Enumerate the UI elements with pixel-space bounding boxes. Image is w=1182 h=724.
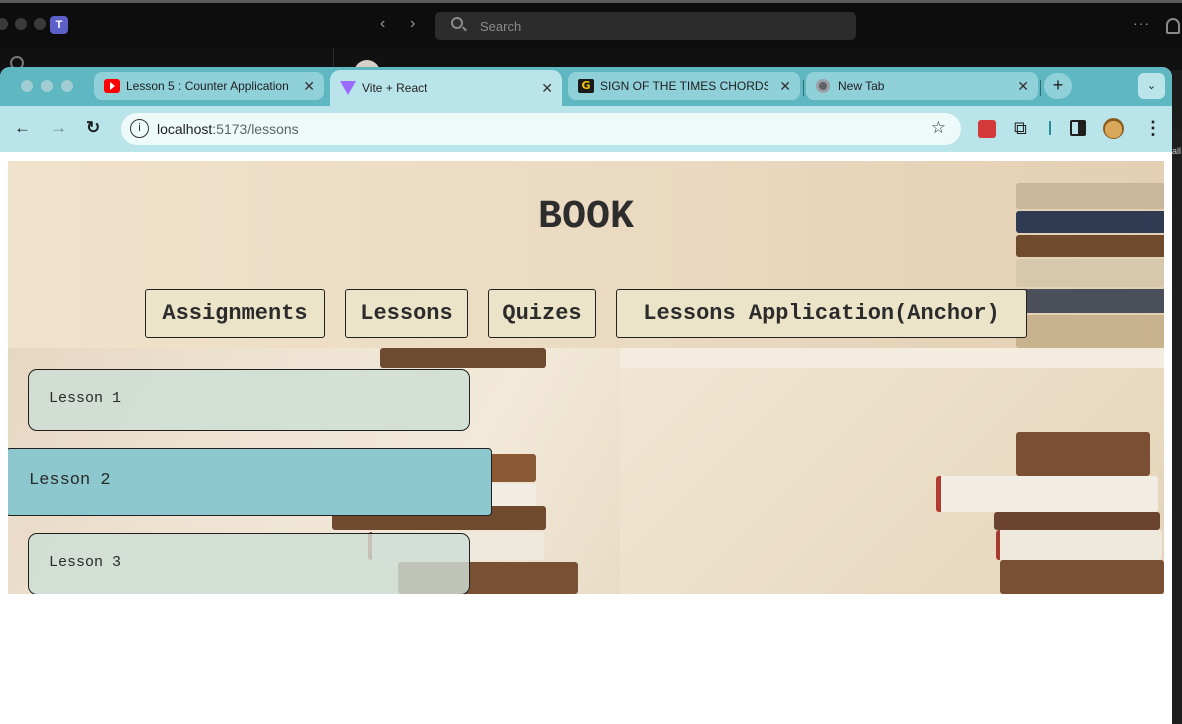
nav-quizes-button[interactable]: Quizes: [488, 289, 596, 338]
youtube-icon: [104, 79, 120, 93]
teams-icon[interactable]: T: [50, 16, 68, 34]
tab-separator: [1040, 80, 1041, 96]
lesson-label: Lesson 1: [49, 390, 122, 407]
host-search-box[interactable]: Search: [435, 12, 856, 40]
tab-title: New Tab: [838, 79, 885, 93]
close-tab-icon[interactable]: ✕: [541, 80, 553, 97]
books-background-right-top: [620, 348, 1164, 368]
lesson-item-1[interactable]: Lesson 1: [28, 369, 470, 431]
minimize-window-button[interactable]: [41, 80, 53, 92]
host-right-edge: all: [1172, 130, 1182, 724]
host-app-titlebar: T ‹ › Search ···: [0, 0, 1182, 48]
vite-icon: [340, 81, 356, 95]
lesson-item-3[interactable]: Lesson 3: [28, 533, 470, 594]
close-tab-icon[interactable]: ✕: [303, 78, 315, 95]
close-window-button[interactable]: [21, 80, 33, 92]
ellipsis-icon[interactable]: ···: [1133, 15, 1150, 31]
url-path: :5173/lessons: [212, 121, 299, 137]
address-url[interactable]: localhost:5173/lessons: [157, 121, 299, 137]
address-bar[interactable]: i localhost:5173/lessons ☆: [121, 113, 961, 145]
profile-avatar-icon[interactable]: [1103, 118, 1124, 139]
header-books-image: [1016, 161, 1164, 348]
back-icon[interactable]: ←: [14, 119, 31, 137]
tab-separator: [803, 80, 804, 96]
host-search-placeholder: Search: [480, 19, 522, 34]
toolbar-divider: [1049, 121, 1051, 135]
browser-menu-icon[interactable]: ⋮: [1144, 118, 1164, 138]
host-window-controls[interactable]: [0, 18, 46, 30]
host-right-edge-text: all: [1172, 146, 1182, 156]
extensions-puzzle-icon[interactable]: ⧉: [1014, 118, 1034, 138]
search-icon: [451, 17, 463, 29]
host-forward-icon[interactable]: ›: [410, 15, 415, 33]
close-tab-icon[interactable]: ✕: [779, 78, 791, 95]
lesson-label: Lesson 3: [49, 554, 122, 571]
devil-extension-icon[interactable]: [978, 120, 996, 138]
reload-icon[interactable]: ↻: [86, 119, 100, 137]
lesson-label: Lesson 2: [29, 471, 111, 490]
lessons-area: Lesson 1 Lesson 2 Lesson 3: [8, 348, 1164, 594]
tab-search-button[interactable]: ⌄: [1138, 73, 1165, 99]
tab-vite-react[interactable]: Vite + React ✕: [330, 70, 562, 106]
browser-toolbar: ← → ↻ i localhost:5173/lessons ☆ ⧉ ⋮: [0, 106, 1172, 152]
person-icon[interactable]: [1166, 18, 1180, 34]
nav-lessons-application-button[interactable]: Lessons Application(Anchor): [616, 289, 1027, 338]
new-tab-button[interactable]: +: [1044, 73, 1072, 99]
tab-new-tab[interactable]: New Tab ✕: [806, 72, 1038, 100]
site-info-icon[interactable]: i: [130, 119, 149, 138]
bookmark-star-icon[interactable]: ☆: [931, 118, 946, 138]
host-back-icon[interactable]: ‹: [380, 15, 385, 33]
close-tab-icon[interactable]: ✕: [1017, 78, 1029, 95]
lesson-item-2[interactable]: Lesson 2: [8, 448, 492, 516]
side-panel-icon[interactable]: [1070, 120, 1086, 136]
url-host: localhost: [157, 121, 213, 137]
forward-icon[interactable]: →: [50, 119, 67, 137]
maximize-window-button[interactable]: [61, 80, 73, 92]
tab-title: Lesson 5 : Counter Application: [126, 79, 289, 93]
tab-strip: Lesson 5 : Counter Application ✕ Vite + …: [0, 67, 1172, 106]
chrome-icon: [816, 79, 830, 93]
app-header: BOOK Assignments Lessons Quizes Lessons …: [8, 161, 1164, 348]
g-icon: G: [578, 79, 594, 93]
page-viewport: BOOK Assignments Lessons Quizes Lessons …: [0, 152, 1172, 724]
books-background-right: [620, 348, 1164, 594]
tab-lesson-5[interactable]: Lesson 5 : Counter Application ✕: [94, 72, 324, 100]
page-title: BOOK: [537, 195, 634, 240]
tab-title: Vite + React: [362, 81, 428, 95]
nav-lessons-button[interactable]: Lessons: [345, 289, 468, 338]
browser-window: Lesson 5 : Counter Application ✕ Vite + …: [0, 67, 1172, 724]
tab-sign-of-the-times[interactable]: G SIGN OF THE TIMES CHORDS ✕: [568, 72, 800, 100]
nav-assignments-button[interactable]: Assignments: [145, 289, 325, 338]
tab-title: SIGN OF THE TIMES CHORDS: [600, 79, 768, 93]
book-app: BOOK Assignments Lessons Quizes Lessons …: [8, 161, 1164, 594]
